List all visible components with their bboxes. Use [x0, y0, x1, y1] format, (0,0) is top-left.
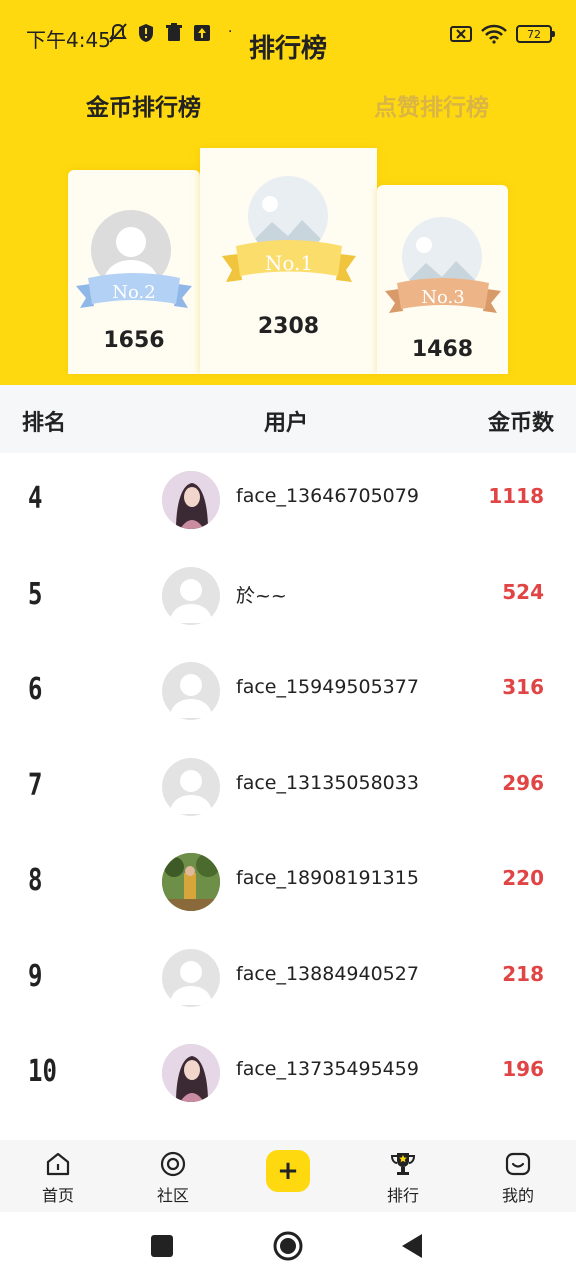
- wifi-icon: [481, 24, 507, 44]
- rank-number: 6: [28, 672, 43, 707]
- recent-apps-icon[interactable]: [150, 1234, 174, 1258]
- community-icon: [160, 1151, 186, 1177]
- list-item[interactable]: 4 face_13646705079 1118: [0, 453, 576, 548]
- tab-likes-ranking[interactable]: 点赞排行榜: [374, 88, 489, 122]
- list-item[interactable]: 7 face_13135058033 296: [0, 740, 576, 835]
- battery-icon: 72: [516, 25, 555, 43]
- battery-level: 72: [527, 27, 541, 41]
- user-photo-icon: [162, 1044, 220, 1102]
- badge-third: No.3: [421, 287, 464, 308]
- username: face_13135058033: [236, 771, 419, 794]
- ribbon-first: No.1: [222, 240, 356, 282]
- avatar[interactable]: [162, 1044, 220, 1102]
- score-third: 1468: [411, 337, 474, 362]
- nav-mine-label: 我的: [501, 1186, 534, 1205]
- home-circle-icon[interactable]: [272, 1230, 304, 1262]
- default-user-icon: [170, 769, 212, 814]
- header-coins: 金币数: [487, 411, 554, 436]
- coin-count: 220: [502, 866, 544, 890]
- badge-second: No.2: [112, 282, 155, 303]
- bottom-nav: 首页 社区 + 排行 我的: [0, 1140, 576, 1212]
- list-item[interactable]: 9 face_13884940527 218: [0, 931, 576, 1026]
- ribbon-second: No.2: [76, 273, 192, 308]
- avatar[interactable]: [162, 662, 220, 720]
- user-photo-icon: [162, 471, 220, 529]
- trophy-icon: [390, 1153, 416, 1175]
- user-photo-icon: [162, 853, 220, 911]
- avatar[interactable]: [162, 757, 220, 816]
- rank-number: 5: [28, 576, 43, 612]
- nav-home[interactable]: 首页: [18, 1150, 98, 1206]
- default-user-icon: [170, 960, 212, 1005]
- avatar[interactable]: [162, 948, 220, 1007]
- avatar[interactable]: [162, 853, 220, 911]
- list-item[interactable]: 10 face_13735495459 196: [0, 1026, 576, 1121]
- nav-mine[interactable]: 我的: [478, 1150, 558, 1206]
- ranking-table-header: 排名 用户 金币数: [0, 385, 576, 453]
- header-user: 用户: [264, 411, 309, 436]
- nav-home-label: 首页: [41, 1186, 74, 1205]
- header-rank: 排名: [22, 411, 67, 436]
- coin-count: 218: [502, 961, 544, 986]
- username: face_13735495459: [236, 1058, 419, 1080]
- nav-community-label: 社区: [156, 1186, 189, 1205]
- list-item[interactable]: 6 face_15949505377 316: [0, 644, 576, 739]
- coin-count: 196: [502, 1057, 544, 1081]
- list-item[interactable]: 8 face_18908191315 220: [0, 835, 576, 930]
- default-user-icon: [170, 578, 212, 623]
- rank-number: 10: [28, 1054, 57, 1089]
- header-area: 下午4:45 · 排行榜 72 金币排行榜 点赞排行榜 No.2 1656 No…: [0, 0, 576, 385]
- avatar[interactable]: [162, 471, 220, 529]
- status-right-icons: 72: [450, 24, 555, 44]
- score-first: 2308: [257, 314, 320, 339]
- username: face_13646705079: [236, 485, 419, 507]
- profile-face-icon: [505, 1152, 531, 1176]
- rank-number: 8: [28, 863, 43, 898]
- score-second: 1656: [103, 328, 165, 353]
- coin-count: 524: [502, 579, 544, 604]
- username: face_15949505377: [236, 676, 419, 698]
- rank-number: 7: [28, 767, 43, 803]
- rank-number: 9: [28, 958, 43, 994]
- sim-off-icon: [450, 26, 472, 42]
- badge-first: No.1: [265, 251, 313, 275]
- avatar[interactable]: [162, 566, 220, 625]
- back-icon[interactable]: [400, 1232, 424, 1260]
- status-bar: 下午4:45 · 排行榜 72: [0, 0, 576, 72]
- podium-second[interactable]: No.2 1656: [68, 170, 200, 374]
- coin-count: 296: [502, 770, 544, 795]
- coin-count: 1118: [488, 484, 544, 508]
- list-item[interactable]: 5 於~~ 524: [0, 549, 576, 644]
- add-post-button[interactable]: +: [266, 1150, 310, 1192]
- username: face_18908191315: [236, 867, 419, 889]
- username: 於~~: [236, 584, 287, 607]
- podium-third[interactable]: No.3 1468: [377, 185, 508, 374]
- nav-rank[interactable]: 排行: [363, 1150, 443, 1206]
- nav-community[interactable]: 社区: [133, 1150, 213, 1206]
- default-user-icon: [170, 674, 212, 718]
- ribbon-third: No.3: [385, 278, 501, 313]
- system-nav-bar: [0, 1212, 576, 1280]
- rank-number: 4: [28, 481, 43, 516]
- tab-coins-ranking[interactable]: 金币排行榜: [86, 88, 201, 122]
- coin-count: 316: [502, 675, 544, 699]
- podium-first[interactable]: No.1 2308: [200, 148, 377, 374]
- home-icon: [46, 1152, 70, 1176]
- nav-rank-label: 排行: [386, 1186, 419, 1205]
- username: face_13884940527: [236, 962, 419, 985]
